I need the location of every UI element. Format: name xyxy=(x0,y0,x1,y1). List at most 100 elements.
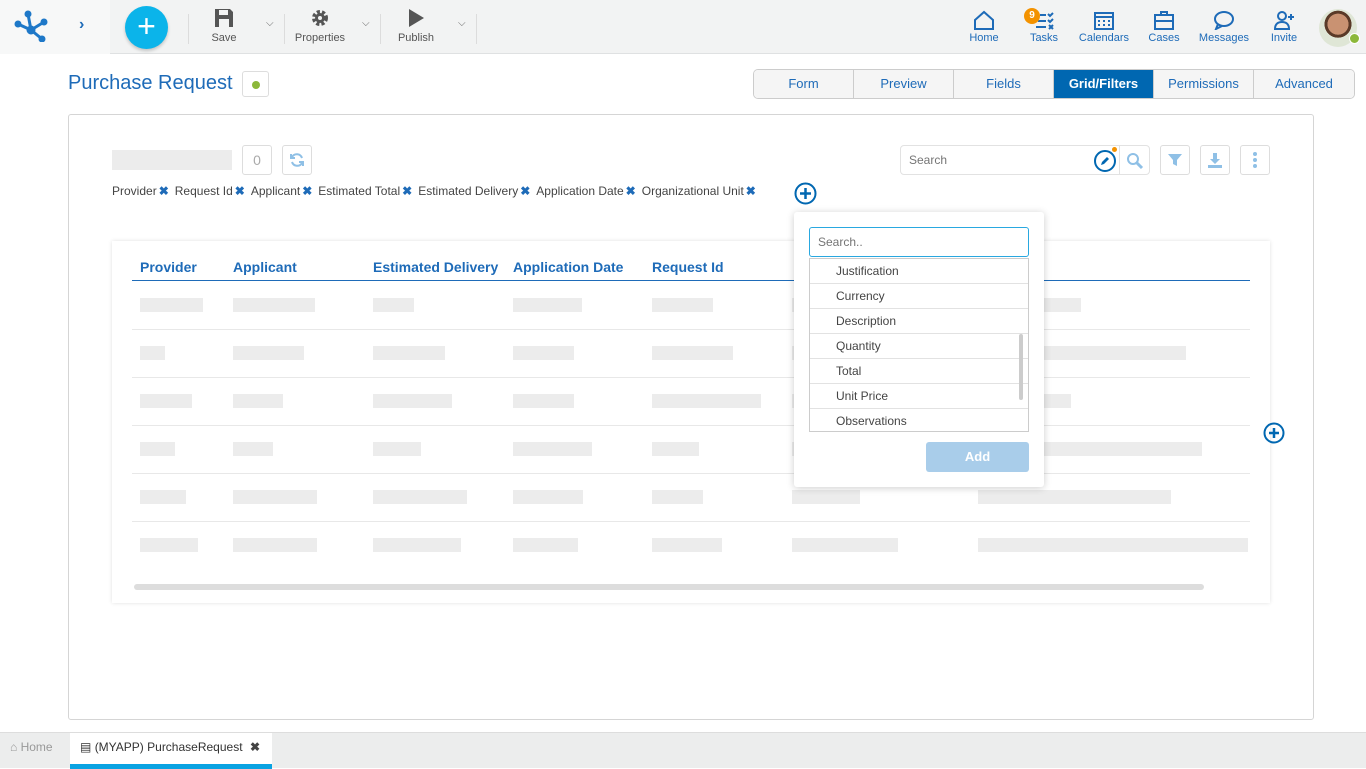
cell-placeholder xyxy=(373,394,452,408)
download-button[interactable] xyxy=(1200,145,1230,175)
briefcase-icon xyxy=(1154,11,1174,30)
tab-advanced[interactable]: Advanced xyxy=(1254,70,1354,98)
cell-placeholder xyxy=(652,538,722,552)
more-options-button[interactable] xyxy=(1240,145,1270,175)
filter-chip: Provider ✖ xyxy=(112,184,169,198)
remove-chip-icon[interactable]: ✖ xyxy=(159,184,169,198)
nav-messages[interactable]: Messages xyxy=(1196,10,1252,44)
filter-chip: Applicant ✖ xyxy=(251,184,312,198)
chip-label: Estimated Delivery xyxy=(418,184,519,198)
cell-placeholder xyxy=(792,538,898,552)
add-button[interactable]: + xyxy=(125,6,168,49)
chip-label: Request Id xyxy=(174,184,233,198)
status-indicator[interactable] xyxy=(242,71,269,97)
field-list-item[interactable]: Currency xyxy=(810,284,1028,309)
field-list-item[interactable]: Unit Price xyxy=(810,384,1028,409)
bottom-tab-purchase-request[interactable]: ▤ (MYAPP) PurchaseRequest ✖ xyxy=(70,733,272,769)
cell-placeholder xyxy=(140,442,175,456)
horizontal-scrollbar[interactable] xyxy=(134,584,1204,590)
tab-fields[interactable]: Fields xyxy=(954,70,1054,98)
bottom-tab-home[interactable]: ⌂ Home xyxy=(10,733,53,769)
remove-chip-icon[interactable]: ✖ xyxy=(520,184,530,198)
save-icon xyxy=(215,9,233,27)
tab-grid-filters[interactable]: Grid/Filters xyxy=(1054,70,1154,98)
properties-dropdown-chevron-icon[interactable]: ⌵ xyxy=(362,18,370,29)
cell-placeholder xyxy=(233,490,317,504)
cell-placeholder xyxy=(978,490,1171,504)
home-icon: ⌂ xyxy=(10,740,18,754)
remove-chip-icon[interactable]: ✖ xyxy=(402,184,412,198)
filter-chips: Provider ✖ Request Id ✖ Applicant ✖ Estimated … xyxy=(112,184,756,198)
play-icon xyxy=(409,9,424,27)
properties-button[interactable]: Properties xyxy=(292,8,348,44)
remove-chip-icon[interactable]: ✖ xyxy=(302,184,312,198)
cell-placeholder xyxy=(513,538,578,552)
add-filter-plus-icon[interactable] xyxy=(794,182,817,205)
nav-cases[interactable]: Cases xyxy=(1144,10,1184,44)
remove-chip-icon[interactable]: ✖ xyxy=(746,184,756,198)
cell-placeholder xyxy=(978,538,1248,552)
filter-chip: Estimated Total ✖ xyxy=(318,184,412,198)
tab-preview[interactable]: Preview xyxy=(854,70,954,98)
publish-dropdown-chevron-icon[interactable]: ⌵ xyxy=(458,18,466,29)
form-icon: ▤ xyxy=(80,740,92,754)
column-header[interactable]: Applicant xyxy=(233,259,297,275)
cell-placeholder xyxy=(652,394,761,408)
chip-label: Application Date xyxy=(536,184,624,198)
cell-placeholder xyxy=(652,298,713,312)
edit-icon[interactable] xyxy=(1093,149,1117,173)
column-header[interactable]: Application Date xyxy=(513,259,623,275)
filter-button[interactable] xyxy=(1160,145,1190,175)
cell-placeholder xyxy=(652,346,733,360)
data-grid: Provider Applicant Estimated Delivery Appli… xyxy=(112,241,1270,603)
cell-placeholder xyxy=(140,346,165,360)
chip-label: Provider xyxy=(112,184,157,198)
bottom-tab-bar: ⌂ Home ▤ (MYAPP) PurchaseRequest ✖ xyxy=(0,732,1366,769)
cell-placeholder xyxy=(373,442,421,456)
remove-chip-icon[interactable]: ✖ xyxy=(626,184,636,198)
remove-chip-icon[interactable]: ✖ xyxy=(235,184,245,198)
cell-placeholder xyxy=(233,346,304,360)
close-tab-icon[interactable]: ✖ xyxy=(250,733,260,761)
refresh-button[interactable] xyxy=(282,145,312,175)
tab-form[interactable]: Form xyxy=(754,70,854,98)
add-column-plus-icon[interactable] xyxy=(1263,422,1285,444)
field-list-item[interactable]: Justification xyxy=(810,259,1028,284)
search-icon[interactable] xyxy=(1126,152,1144,170)
nav-home[interactable]: Home xyxy=(964,10,1004,44)
cell-placeholder xyxy=(513,394,574,408)
more-vertical-icon xyxy=(1253,152,1257,168)
cell-placeholder xyxy=(513,346,574,360)
home-icon xyxy=(974,10,994,30)
popup-search-input[interactable] xyxy=(809,227,1029,257)
tab-permissions[interactable]: Permissions xyxy=(1154,70,1254,98)
field-list-item[interactable]: Quantity xyxy=(810,334,1028,359)
save-button[interactable]: Save xyxy=(204,8,244,44)
column-header[interactable]: Provider xyxy=(140,259,197,275)
edit-indicator-dot xyxy=(1112,147,1117,152)
field-list-item[interactable]: Description xyxy=(810,309,1028,334)
nav-invite[interactable]: Invite xyxy=(1264,10,1304,44)
cell-placeholder xyxy=(373,538,461,552)
field-list: Justification Currency Description Quantity… xyxy=(809,258,1029,432)
cell-placeholder xyxy=(513,490,583,504)
column-header[interactable]: Estimated Delivery xyxy=(373,259,498,275)
app-logo-icon[interactable] xyxy=(14,10,48,42)
cell-placeholder xyxy=(140,538,198,552)
cell-placeholder xyxy=(373,490,467,504)
save-dropdown-chevron-icon[interactable]: ⌵ xyxy=(266,18,274,29)
publish-button[interactable]: Publish xyxy=(396,8,436,44)
chip-label: Applicant xyxy=(250,184,301,198)
field-list-item[interactable]: Total xyxy=(810,359,1028,384)
field-list-item[interactable]: Observations xyxy=(810,409,1028,431)
add-button-popup[interactable]: Add xyxy=(926,442,1029,472)
expand-chevron-icon[interactable]: › xyxy=(79,16,84,34)
grid-search-box xyxy=(900,145,1150,175)
cell-placeholder xyxy=(233,442,273,456)
nav-calendars[interactable]: Calendars xyxy=(1078,10,1130,44)
message-icon xyxy=(1214,11,1234,30)
gear-icon xyxy=(312,10,328,26)
list-scrollbar[interactable] xyxy=(1019,334,1023,400)
column-header[interactable]: Request Id xyxy=(652,259,724,275)
grid-search-input[interactable] xyxy=(901,146,1091,174)
